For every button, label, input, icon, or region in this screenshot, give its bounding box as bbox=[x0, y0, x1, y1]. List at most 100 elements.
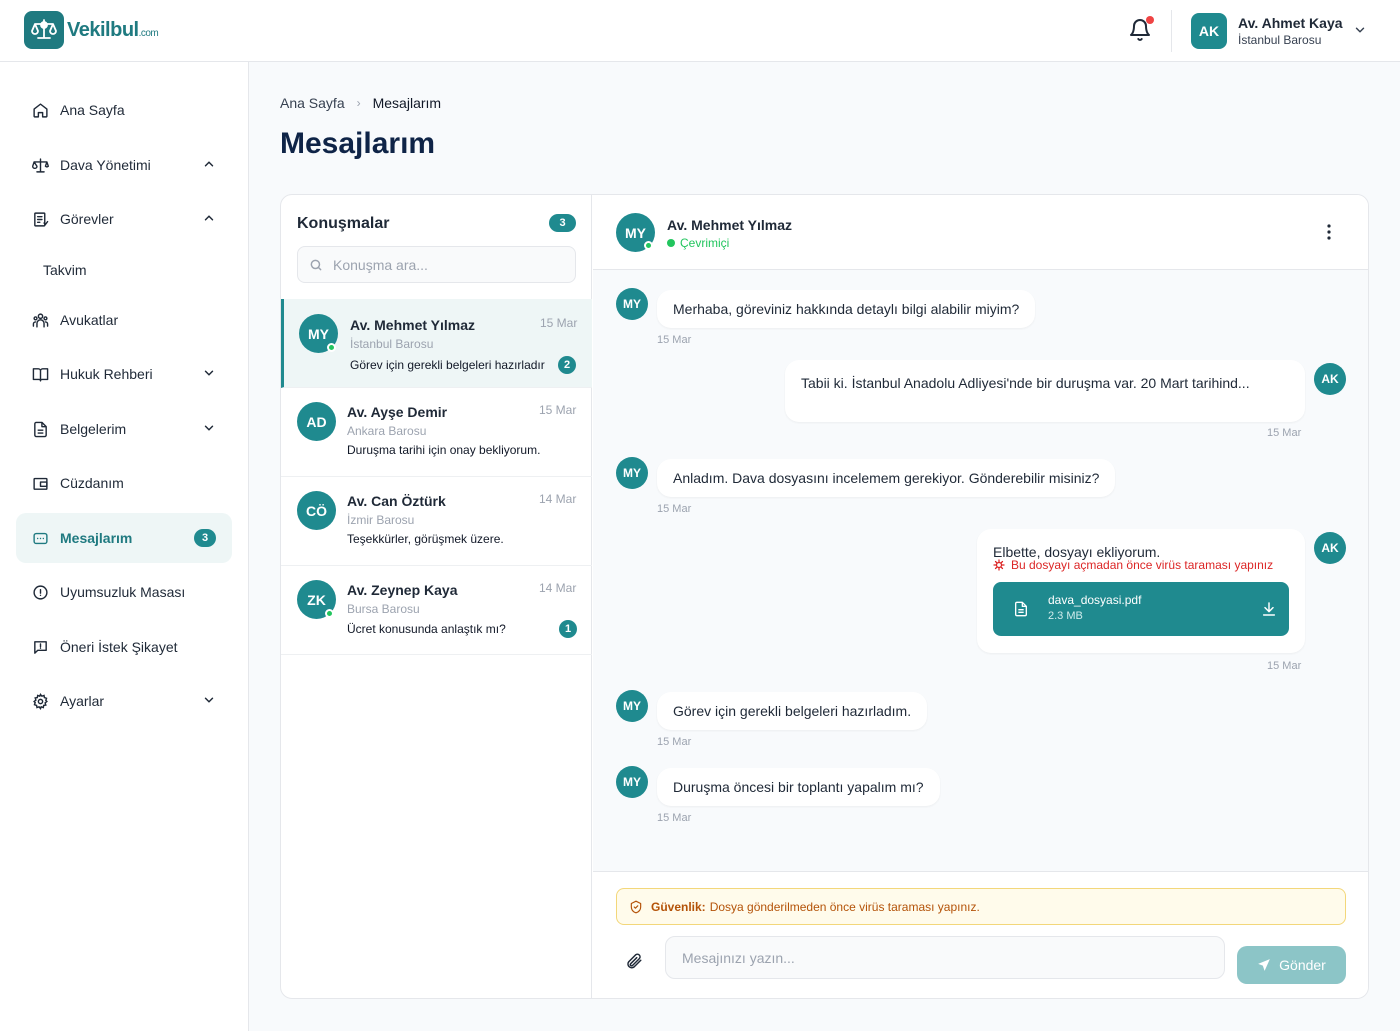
download-icon[interactable] bbox=[1261, 601, 1277, 617]
sidebar-item-dispute-desk[interactable]: Uyumsuzluk Masası bbox=[16, 567, 232, 617]
chat-composer: Güvenlik: Dosya gönderilmeden önce virüs… bbox=[593, 871, 1368, 998]
sidebar-item-tasks[interactable]: Görevler bbox=[16, 194, 232, 244]
file-attachment[interactable]: dava_dosyasi.pdf 2.3 MB bbox=[993, 582, 1289, 636]
send-label: Gönder bbox=[1279, 957, 1326, 973]
book-icon bbox=[31, 365, 49, 383]
sidebar-item-label: Cüzdanım bbox=[60, 475, 124, 491]
chat-header: MY Av. Mehmet Yılmaz Çevrimiçi bbox=[593, 195, 1368, 270]
conversation-name: Av. Can Öztürk bbox=[347, 493, 446, 509]
sidebar-item-label: Belgelerim bbox=[60, 421, 127, 437]
sidebar-item-label: Uyumsuzluk Masası bbox=[60, 584, 186, 600]
message-time: 15 Mar bbox=[657, 736, 692, 748]
sidebar-item-documents[interactable]: Belgelerim bbox=[16, 404, 232, 454]
unread-badge: 1 bbox=[559, 620, 577, 638]
bug-icon bbox=[993, 559, 1005, 571]
message-input[interactable] bbox=[665, 936, 1225, 979]
message-bubble-with-attachment: Elbette, dosyayı ekliyorum. Bu dosyayı a… bbox=[977, 529, 1305, 653]
sidebar-item-lawyers[interactable]: Avukatlar bbox=[16, 295, 232, 345]
breadcrumb-home[interactable]: Ana Sayfa bbox=[280, 95, 345, 111]
security-label: Güvenlik: bbox=[651, 899, 706, 914]
scale-icon bbox=[31, 156, 49, 174]
conversation-item[interactable]: ZK Av. Zeynep Kaya Bursa Barosu Ücret ko… bbox=[281, 566, 592, 655]
unread-badge: 3 bbox=[194, 529, 216, 547]
sidebar-item-messages[interactable]: Mesajlarım 3 bbox=[16, 513, 232, 563]
sidebar-item-settings[interactable]: Ayarlar bbox=[16, 676, 232, 726]
conversation-last-message: Ücret konusunda anlaştık mı? bbox=[347, 622, 506, 636]
sidebar-item-case-management[interactable]: Dava Yönetimi bbox=[16, 140, 232, 190]
message-time: 15 Mar bbox=[657, 503, 692, 515]
more-options-icon[interactable] bbox=[1321, 223, 1337, 241]
sidebar-item-label: Mesajlarım bbox=[60, 530, 133, 546]
notification-dot bbox=[1146, 16, 1154, 24]
online-indicator bbox=[325, 609, 334, 618]
sidebar-subitem-calendar[interactable]: Takvim bbox=[43, 262, 87, 278]
top-bar: Vekilbul.com AK Av. Ahmet Kaya İstanbul … bbox=[0, 0, 1400, 62]
file-size: 2.3 MB bbox=[1048, 610, 1083, 622]
sidebar-item-feedback[interactable]: Öneri İstek Şikayet bbox=[16, 622, 232, 672]
sidebar-item-label: Öneri İstek Şikayet bbox=[60, 639, 178, 655]
chevron-up-icon bbox=[204, 161, 214, 167]
sender-avatar: AK bbox=[1314, 363, 1346, 395]
chevron-down-icon bbox=[204, 370, 214, 376]
status-label: Çevrimiçi bbox=[680, 236, 730, 250]
avatar: AD bbox=[297, 402, 336, 441]
brand-logo[interactable]: Vekilbul.com bbox=[24, 11, 159, 49]
conversation-item[interactable]: CÖ Av. Can Öztürk İzmir Barosu Teşekkürl… bbox=[281, 477, 592, 566]
sender-avatar: MY bbox=[616, 288, 648, 320]
sidebar-item-legal-guide[interactable]: Hukuk Rehberi bbox=[16, 349, 232, 399]
chat-window: MY Av. Mehmet Yılmaz Çevrimiçi MY Merhab… bbox=[593, 195, 1368, 998]
unread-badge: 2 bbox=[558, 356, 576, 374]
online-indicator bbox=[644, 241, 653, 250]
sidebar-item-label: Ana Sayfa bbox=[60, 102, 125, 118]
message-time: 15 Mar bbox=[1267, 660, 1302, 672]
conversation-last-message: Teşekkürler, görüşmek üzere. bbox=[347, 532, 504, 546]
message-icon bbox=[31, 529, 49, 547]
sidebar-item-home[interactable]: Ana Sayfa bbox=[16, 85, 232, 135]
document-icon bbox=[31, 420, 49, 438]
online-indicator bbox=[327, 343, 336, 352]
chevron-down-icon[interactable] bbox=[1353, 23, 1367, 37]
conversation-date: 14 Mar bbox=[539, 581, 577, 595]
warning-text: Bu dosyayı açmadan önce virüs taraması y… bbox=[1011, 558, 1274, 572]
send-button[interactable]: Gönder bbox=[1237, 946, 1346, 984]
conversation-name: Av. Zeynep Kaya bbox=[347, 582, 458, 598]
page-title: Mesajlarım bbox=[280, 127, 436, 160]
scale-logo-icon bbox=[24, 11, 64, 49]
conversation-name: Av. Mehmet Yılmaz bbox=[350, 317, 476, 333]
conversation-date: 15 Mar bbox=[540, 316, 578, 330]
message-bubble: Tabii ki. İstanbul Anadolu Adliyesi'nde … bbox=[785, 360, 1305, 422]
conversation-date: 14 Mar bbox=[539, 492, 577, 506]
status-dot bbox=[667, 239, 675, 247]
breadcrumb-separator: › bbox=[356, 96, 361, 110]
sidebar-item-wallet[interactable]: Cüzdanım bbox=[16, 458, 232, 508]
sidebar-item-label: Dava Yönetimi bbox=[60, 157, 151, 173]
conversation-date: 15 Mar bbox=[539, 403, 577, 417]
conversation-last-message: Duruşma tarihi için onay bekliyorum. bbox=[347, 443, 541, 457]
chevron-down-icon bbox=[204, 697, 214, 703]
conversation-bar: Ankara Barosu bbox=[347, 424, 427, 438]
chevron-up-icon bbox=[204, 215, 214, 221]
file-name: dava_dosyasi.pdf bbox=[1048, 593, 1142, 607]
message-time: 15 Mar bbox=[657, 334, 692, 346]
paperclip-icon[interactable] bbox=[625, 952, 643, 970]
sender-avatar: MY bbox=[616, 766, 648, 798]
sidebar-item-label: Görevler bbox=[60, 211, 114, 227]
contact-status: Çevrimiçi bbox=[667, 236, 729, 250]
user-name[interactable]: Av. Ahmet Kaya bbox=[1238, 15, 1343, 31]
conversation-item[interactable]: AD Av. Ayşe Demir Ankara Barosu Duruşma … bbox=[281, 388, 592, 477]
message-bubble: Duruşma öncesi bir toplantı yapalım mı? bbox=[657, 768, 940, 806]
wallet-icon bbox=[31, 474, 49, 492]
conversation-list: Konuşmalar 3 MY Av. Mehmet Yılmaz İstanb… bbox=[281, 195, 592, 998]
security-notice: Güvenlik: Dosya gönderilmeden önce virüs… bbox=[616, 888, 1346, 925]
conversation-item[interactable]: MY Av. Mehmet Yılmaz İstanbul Barosu Gör… bbox=[281, 299, 592, 388]
chevron-down-icon bbox=[204, 425, 214, 431]
contact-name: Av. Mehmet Yılmaz bbox=[667, 217, 793, 233]
message-bubble: Merhaba, göreviniz hakkında detaylı bilg… bbox=[657, 290, 1036, 328]
conversation-bar: İstanbul Barosu bbox=[350, 337, 434, 351]
messages-panel: Konuşmalar 3 MY Av. Mehmet Yılmaz İstanb… bbox=[280, 194, 1369, 999]
conversation-search-input[interactable] bbox=[297, 246, 576, 283]
home-icon bbox=[31, 101, 49, 119]
shield-icon bbox=[630, 900, 642, 914]
conversation-bar: Bursa Barosu bbox=[347, 602, 420, 616]
user-avatar[interactable]: AK bbox=[1191, 13, 1227, 49]
